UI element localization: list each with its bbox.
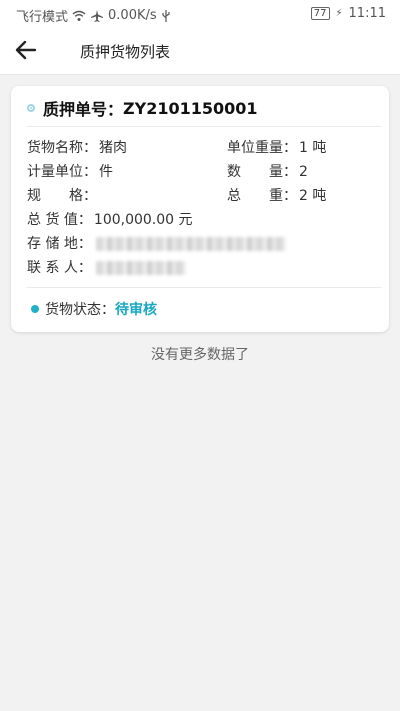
divider [27, 126, 381, 127]
airplane-icon [91, 9, 104, 22]
quantity-label: 数 量： [227, 164, 297, 180]
clock-time: 11:11 [348, 6, 386, 21]
order-label: 质押单号： [43, 100, 124, 119]
carrier-text: 飞行模式 [16, 10, 69, 25]
spec-label: 规 格： [27, 188, 97, 204]
measure-unit-value: 件 [99, 164, 113, 180]
no-more-data-text: 没有更多数据了 [151, 347, 249, 363]
status-bar: 飞行模式 0.00K/s 77 ⚡ 11:11 [0, 0, 400, 28]
total-value-label: 总 货 值： [27, 212, 92, 228]
unit-weight-field: 单位重量： 1 吨 [227, 138, 326, 158]
goods-status: 货物状态： 待审核 [31, 299, 157, 319]
usb-icon [162, 9, 170, 22]
divider [27, 287, 381, 288]
measure-unit-label: 计量单位： [27, 164, 97, 180]
status-label: 货物状态： [45, 302, 115, 318]
total-weight-label: 总 重： [227, 188, 297, 204]
status-dot-icon [31, 305, 39, 313]
order-number: ZY2101150001 [123, 98, 258, 118]
unit-weight-label: 单位重量： [227, 140, 297, 156]
pledge-goods-card[interactable]: 质押单号： ZY2101150001 货物名称： 猪肉 单位重量： 1 吨 计量单位… [11, 86, 389, 332]
wifi-icon [72, 10, 86, 21]
contact-field: 联 系 人： [27, 258, 187, 278]
goods-name-field: 货物名称： 猪肉 [27, 138, 127, 158]
goods-name-label: 货物名称： [27, 140, 97, 156]
storage-redacted [96, 237, 287, 251]
status-badge: 待审核 [115, 302, 157, 318]
contact-redacted [96, 261, 187, 275]
total-weight-value: 2 吨 [299, 188, 327, 204]
contact-label: 联 系 人： [27, 260, 92, 276]
charging-icon: ⚡ [335, 8, 343, 19]
total-value-value: 100,000.00 元 [93, 212, 193, 228]
goods-name-value: 猪肉 [99, 140, 127, 156]
storage-label: 存 储 地： [27, 236, 92, 252]
storage-field: 存 储 地： [27, 234, 287, 254]
total-value-field: 总 货 值： 100,000.00 元 [27, 210, 193, 230]
page-title: 质押货物列表 [80, 43, 171, 61]
card-title-row: 质押单号： ZY2101150001 [27, 96, 258, 120]
spec-field: 规 格： [27, 186, 99, 206]
quantity-field: 数 量： 2 [227, 162, 308, 182]
network-speed: 0.00K/s [108, 8, 157, 23]
battery-icon: 77 [310, 7, 330, 20]
unit-weight-value: 1 吨 [299, 140, 327, 156]
app-header: 质押货物列表 [0, 28, 400, 75]
total-weight-field: 总 重： 2 吨 [227, 186, 326, 206]
quantity-value: 2 [299, 164, 308, 180]
measure-unit-field: 计量单位：件 [27, 162, 113, 182]
arrow-left-icon [15, 40, 37, 60]
back-button[interactable] [12, 36, 44, 66]
bullet-icon [27, 104, 35, 112]
